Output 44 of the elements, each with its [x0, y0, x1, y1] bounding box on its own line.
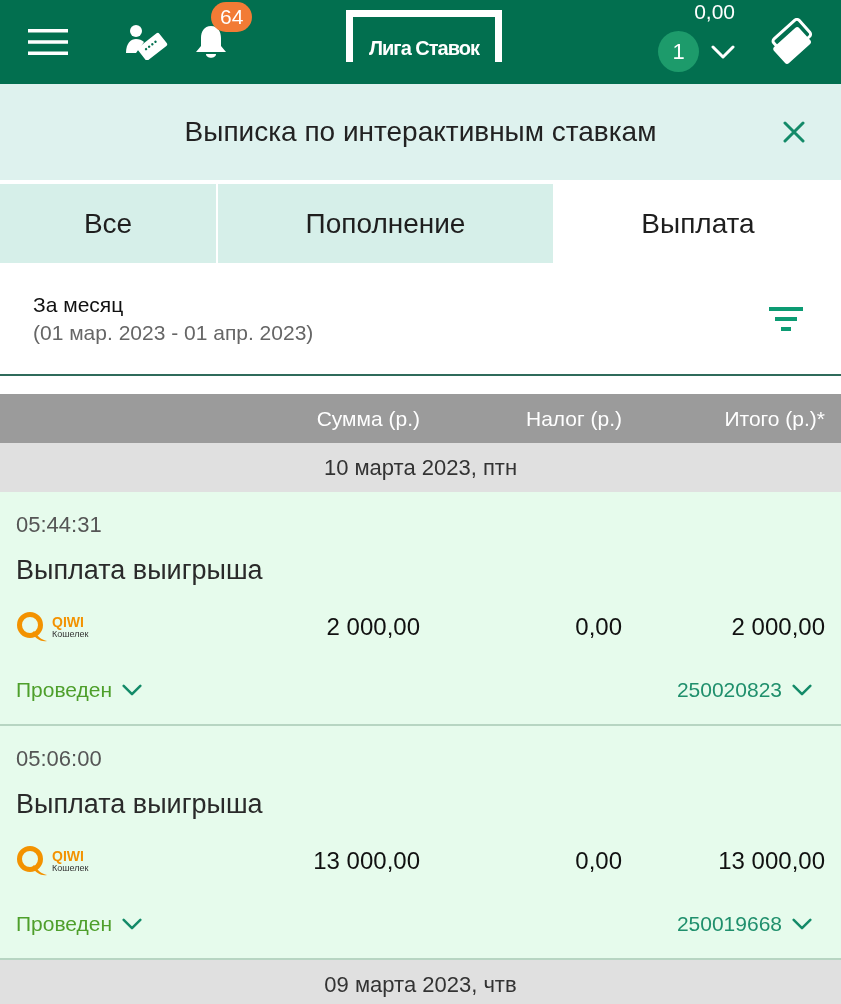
person-ticket-icon[interactable]: [125, 24, 168, 60]
transaction-time: 05:44:31: [16, 511, 102, 539]
tax-cell-text: 0,00: [574, 613, 622, 641]
transaction-id-toggle[interactable]: 250020823: [676, 675, 812, 705]
chevron-down-icon: [711, 44, 735, 59]
chevron-down-icon: [792, 684, 812, 696]
payment-method-caption: Кошелек: [52, 628, 89, 640]
bell-icon[interactable]: [194, 24, 228, 60]
total-cell-text: 13 000,00: [717, 847, 825, 875]
period-label: За месяц: [33, 291, 125, 318]
wallet-logo-icon: [16, 611, 48, 643]
date-label: 09 марта 2023, чтв: [324, 971, 517, 998]
payment-method-caption: Кошелек: [52, 862, 89, 874]
status-toggle[interactable]: Проведен: [16, 909, 143, 939]
chevron-down-icon: [792, 918, 812, 930]
total-cell-text: 2 000,00: [730, 613, 825, 641]
tax-cell-text: 0,00: [574, 847, 622, 875]
chevron-down-icon: [122, 684, 143, 696]
period-range: (01 мар. 2023 - 01 апр. 2023): [33, 319, 314, 346]
column-header: Итого (р.)*: [723, 406, 825, 431]
amount-cell: 13 000,00: [313, 847, 420, 875]
menu-icon[interactable]: [28, 29, 68, 55]
page-title: Выписка по интерактивным ставкам: [184, 116, 657, 148]
payment-method-name: QIWI: [52, 614, 84, 629]
notification-badge: 64: [211, 2, 253, 32]
close-icon[interactable]: [783, 121, 805, 143]
wallet-logo-icon: [16, 845, 48, 877]
transaction-title: Выплата выигрыша: [16, 554, 263, 587]
transaction-time: 05:06:00: [16, 745, 102, 773]
tab[interactable]: Пополнение: [218, 184, 553, 263]
chevron-down-icon: [122, 918, 143, 930]
filter-icon[interactable]: [769, 306, 803, 331]
tab[interactable]: Все: [0, 184, 216, 263]
balance: 0,00: [694, 1, 735, 23]
logo[interactable]: Лига Ставок: [346, 10, 502, 62]
column-header: Сумма (р.): [315, 406, 420, 431]
status-toggle[interactable]: Проведен: [16, 675, 143, 705]
transaction-title: Выплата выигрыша: [16, 788, 263, 821]
column-header: Налог (р.): [525, 406, 622, 431]
date-label: 10 марта 2023, птн: [323, 454, 518, 481]
payment-method-name: QIWI: [52, 848, 84, 863]
amount-cell: 2 000,00: [326, 613, 420, 641]
coupon-count-badge[interactable]: 1: [658, 31, 699, 72]
transaction-id-toggle[interactable]: 250019668: [676, 909, 812, 939]
